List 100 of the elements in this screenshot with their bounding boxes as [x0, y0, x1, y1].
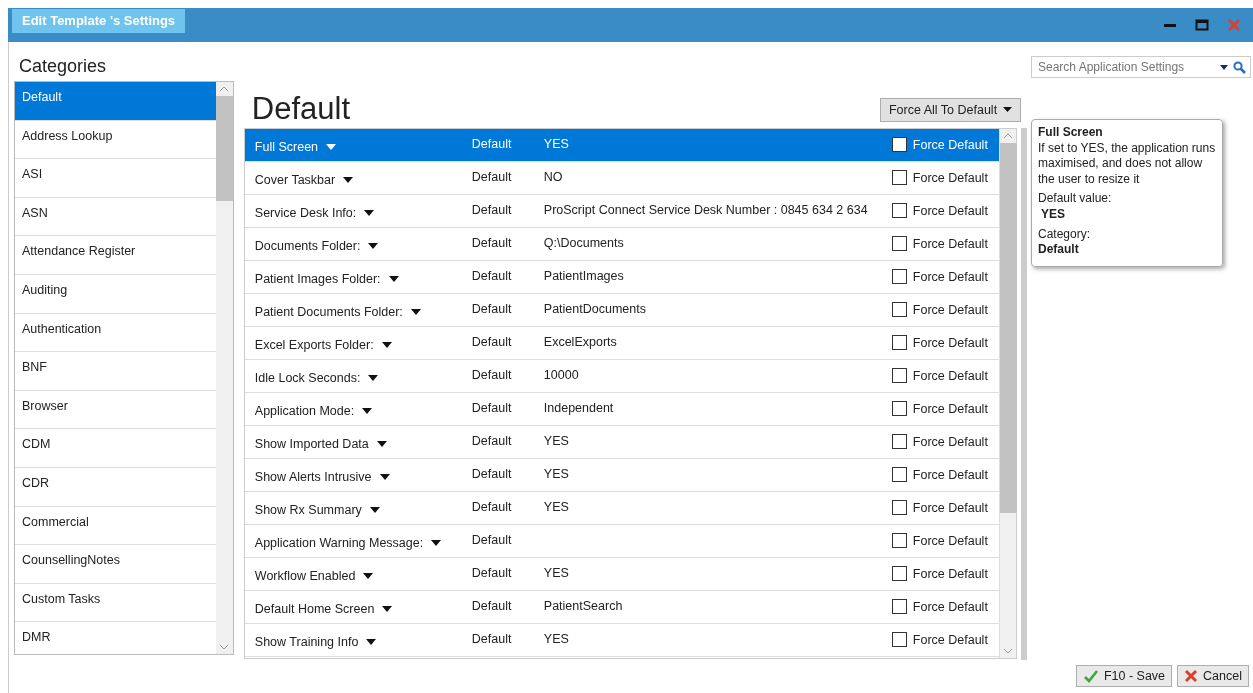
force-all-dropdown[interactable]: Force All To Default — [879, 97, 1022, 122]
category-item[interactable]: Auditing — [15, 274, 216, 314]
setting-row[interactable]: Show Training Info Default YES Force Default — [244, 623, 1000, 657]
setting-source: Default — [471, 301, 512, 316]
setting-value: YES — [543, 631, 569, 646]
setting-row[interactable]: Service Desk Info: Default ProScript Connect Service Desk Number : 0845 634 2 634 Force Default — [244, 194, 1000, 228]
tooltip-value: YES — [1040, 206, 1066, 223]
checkbox[interactable] — [891, 467, 907, 483]
checkbox-label[interactable]: Force Default — [912, 368, 988, 383]
checkbox-label[interactable]: Force Default — [912, 566, 988, 581]
setting-value: PatientDocuments — [543, 301, 646, 316]
category-item[interactable]: Commercial — [15, 506, 216, 546]
caret-icon[interactable] — [343, 176, 354, 184]
caret-icon[interactable] — [364, 209, 375, 217]
setting-row[interactable]: Patient Documents Folder: Default PatientDocuments Force Default — [244, 293, 1000, 327]
category-item[interactable]: ASI — [15, 159, 216, 198]
setting-row[interactable]: Default Home Screen Default PatientSearch Force Default — [244, 590, 1000, 624]
caret-icon[interactable] — [381, 341, 392, 349]
setting-row[interactable]: Application Mode: Default Independent Force Default — [244, 392, 1000, 426]
setting-row[interactable]: Show Alerts Intrusive Default YES Force Default — [244, 458, 1000, 492]
checkbox[interactable] — [891, 170, 907, 186]
category-item[interactable]: CounsellingNotes — [15, 545, 216, 584]
setting-value: YES — [543, 466, 569, 481]
checkbox-label[interactable]: Force Default — [912, 599, 988, 614]
checkbox-label[interactable]: Force Default — [912, 632, 988, 647]
checkbox[interactable] — [891, 302, 907, 318]
scrollbar[interactable] — [215, 82, 233, 654]
checkbox-label[interactable]: Force Default — [912, 500, 988, 515]
caret-icon[interactable] — [368, 242, 379, 250]
category-item[interactable]: CDM — [15, 429, 216, 468]
checkbox-label[interactable]: Force Default — [912, 269, 988, 284]
checkbox-label[interactable]: Force Default — [912, 137, 988, 152]
checkbox[interactable] — [891, 236, 907, 252]
setting-value: ProScript Connect Service Desk Number : 0845 634 2 634 — [543, 202, 868, 217]
setting-row[interactable]: Excel Exports Folder: Default ExcelExports Force Default — [244, 326, 1000, 360]
checkbox[interactable] — [891, 533, 907, 549]
setting-row[interactable]: Show Rx Summary Default YES Force Default — [244, 491, 1000, 525]
category-item[interactable]: Address Lookup — [15, 120, 216, 160]
setting-row[interactable]: Documents Folder: Default Q:\Documents Force Default — [244, 227, 1000, 261]
scrollbar-thumb[interactable] — [999, 142, 1017, 513]
caret-icon[interactable] — [366, 638, 377, 646]
checkbox[interactable] — [891, 434, 907, 450]
checkbox-label[interactable]: Force Default — [912, 335, 988, 350]
checkbox-label[interactable]: Force Default — [912, 170, 988, 185]
checkbox[interactable] — [891, 137, 907, 153]
caret-icon — [1003, 106, 1013, 113]
caret-icon[interactable] — [369, 506, 380, 514]
checkbox-label[interactable]: Force Default — [912, 236, 988, 251]
checkbox-label[interactable]: Force Default — [912, 302, 988, 317]
setting-row[interactable]: Full Screen Default YES Force Default — [244, 128, 1000, 162]
setting-row[interactable]: Show Imported Data Default YES Force Default — [244, 425, 1000, 459]
setting-source: Default — [471, 367, 512, 382]
checkbox[interactable] — [891, 500, 907, 516]
category-item[interactable]: Attendance Register — [15, 236, 216, 275]
checkbox[interactable] — [891, 566, 907, 582]
checkbox[interactable] — [891, 368, 907, 384]
caret-icon[interactable] — [388, 275, 399, 283]
setting-row[interactable]: Idle Lock Seconds: Default 10000 Force Default — [244, 359, 1000, 393]
checkbox[interactable] — [891, 335, 907, 351]
setting-source: Default — [471, 169, 512, 184]
scrollbar[interactable] — [999, 128, 1017, 658]
caret-icon[interactable] — [431, 539, 442, 547]
setting-row[interactable]: Patient Images Folder: Default PatientImages Force Default — [244, 260, 1000, 294]
category-item[interactable]: Authentication — [15, 313, 216, 353]
save-button[interactable]: F10 - Save — [1075, 665, 1173, 687]
category-item[interactable]: Default — [15, 82, 216, 121]
setting-row[interactable]: Cover Taskbar Default NO Force Default — [244, 161, 1000, 195]
caret-icon[interactable] — [382, 605, 393, 613]
caret-icon[interactable] — [362, 407, 373, 415]
checkbox[interactable] — [891, 203, 907, 219]
checkbox-label[interactable]: Force Default — [912, 401, 988, 416]
category-item[interactable]: BNF — [15, 352, 216, 391]
scrollbar-thumb[interactable] — [215, 96, 233, 201]
category-item[interactable]: CDR — [15, 467, 216, 507]
search-icon[interactable] — [1233, 60, 1246, 74]
category-item[interactable]: Browser — [15, 390, 216, 430]
checkbox-label[interactable]: Force Default — [912, 467, 988, 482]
checkbox-label[interactable]: Force Default — [912, 434, 988, 449]
caret-icon[interactable] — [376, 440, 387, 448]
search-field[interactable]: Search Application Settings — [1031, 56, 1251, 78]
caret-icon[interactable] — [368, 374, 379, 382]
checkbox[interactable] — [891, 401, 907, 417]
checkbox[interactable] — [891, 269, 907, 285]
category-item[interactable]: ASN — [15, 197, 216, 237]
category-item[interactable]: Custom Tasks — [15, 583, 216, 623]
checkbox-label[interactable]: Force Default — [912, 203, 988, 218]
caret-icon[interactable] — [1220, 64, 1228, 70]
cancel-button[interactable]: Cancel — [1177, 665, 1249, 687]
caret-icon[interactable] — [379, 473, 390, 481]
checkbox-label[interactable]: Force Default — [912, 533, 988, 548]
checkbox[interactable] — [891, 632, 907, 648]
page-title: Default — [251, 90, 351, 127]
setting-row[interactable]: Application Warning Message: Default Force Default — [244, 524, 1000, 558]
caret-icon[interactable] — [363, 572, 374, 580]
setting-value: YES — [543, 499, 569, 514]
caret-icon[interactable] — [410, 308, 421, 316]
category-item[interactable]: DMR — [15, 622, 216, 654]
checkbox[interactable] — [891, 599, 907, 615]
maximize-icon[interactable] — [1195, 18, 1209, 32]
setting-row[interactable]: Workflow Enabled Default YES Force Default — [244, 557, 1000, 591]
